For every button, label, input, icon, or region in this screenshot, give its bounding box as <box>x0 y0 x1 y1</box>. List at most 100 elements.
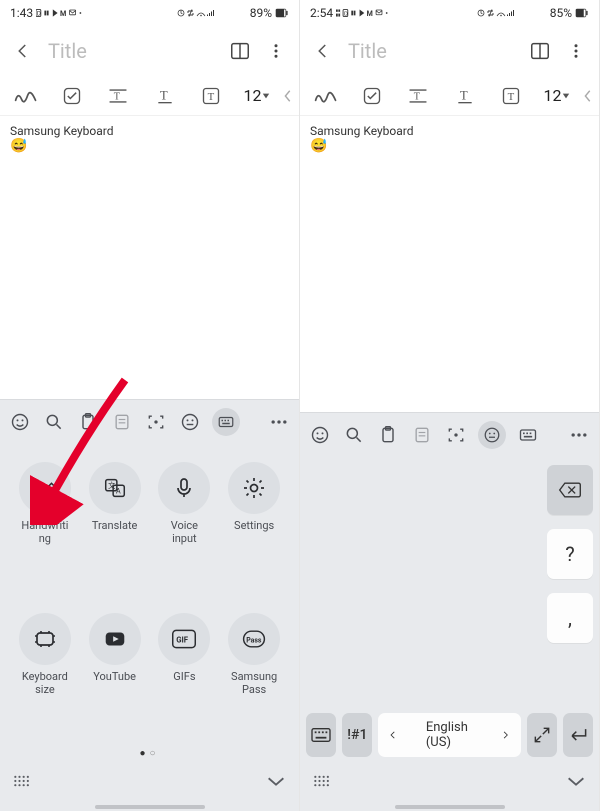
draw-tool[interactable] <box>4 81 48 111</box>
keyboard-app-grid: T Handwriti ng 文A Translate Voice input … <box>0 444 299 744</box>
language-label: English (US) <box>426 720 473 750</box>
keyboard-switch-key[interactable] <box>306 713 336 757</box>
status-battery: 85% <box>550 6 572 20</box>
samsung-pass-app[interactable]: Pass Samsung Pass <box>222 613 286 738</box>
svg-text:T: T <box>207 91 214 103</box>
reader-mode-button[interactable] <box>529 40 551 62</box>
svg-text:M: M <box>60 9 66 18</box>
handwriting-app[interactable]: T Handwriti ng <box>13 462 77 587</box>
status-bar: 1:43 D M <box>0 0 299 26</box>
status-icons-left: D M <box>36 8 96 18</box>
back-button[interactable] <box>12 40 34 62</box>
enter-key[interactable] <box>563 713 593 757</box>
keyboard-panel: ? , !#1 English (US) <box>300 412 599 811</box>
keyboard-bottom-row: !#1 English (US) <box>300 711 599 763</box>
note-emoji: 😅 <box>10 138 289 154</box>
font-size-select[interactable]: 12 <box>235 81 279 111</box>
reader-mode-button[interactable] <box>229 40 251 62</box>
toolbar-more[interactable] <box>581 81 595 111</box>
emoji-icon[interactable] <box>308 423 332 447</box>
collapse-keyboard[interactable] <box>265 773 287 792</box>
handwriting-label: Handwriti ng <box>21 520 68 545</box>
underline-tool[interactable]: T <box>143 81 187 111</box>
app-header: Title <box>0 26 299 76</box>
font-size-select[interactable]: 12 <box>535 81 579 111</box>
title-field[interactable]: Title <box>48 39 215 63</box>
keyboard-toolbar <box>0 400 299 444</box>
search-icon[interactable] <box>342 423 366 447</box>
side-keys: ? , <box>547 465 593 711</box>
battery-icon <box>575 7 589 19</box>
question-key[interactable]: ? <box>547 529 593 579</box>
keyboard-panel: T Handwriti ng 文A Translate Voice input … <box>0 399 299 811</box>
text-style-tool[interactable]: T <box>96 81 140 111</box>
backspace-key[interactable] <box>547 465 593 515</box>
search-icon[interactable] <box>42 410 66 434</box>
checkbox-tool[interactable] <box>50 81 94 111</box>
samsung-pass-label: Samsung Pass <box>231 671 277 696</box>
notes-icon[interactable] <box>410 423 434 447</box>
checkbox-tool[interactable] <box>350 81 394 111</box>
comma-key[interactable]: , <box>547 593 593 643</box>
svg-text:T: T <box>507 91 514 103</box>
text-style-tool[interactable]: T <box>396 81 440 111</box>
settings-app[interactable]: Settings <box>222 462 286 587</box>
symbols-key[interactable]: !#1 <box>342 713 372 757</box>
keyboard-size-label: Keyboard size <box>22 671 68 696</box>
youtube-app[interactable]: YouTube <box>83 613 147 738</box>
gifs-app[interactable]: GIF GIFs <box>152 613 216 738</box>
more-icon[interactable] <box>267 410 291 434</box>
format-toolbar: T T T 12 <box>300 76 599 116</box>
sticker-icon[interactable] <box>178 410 202 434</box>
keyboard-icon[interactable] <box>516 423 540 447</box>
svg-text:A: A <box>116 487 121 496</box>
phone-right: 2:54 D M 85% <box>300 0 600 811</box>
toolbar-more[interactable] <box>281 81 295 111</box>
language-key[interactable]: English (US) <box>378 713 520 757</box>
collapse-keyboard[interactable] <box>565 773 587 792</box>
keyboard-drag-icon[interactable] <box>12 773 32 792</box>
keyboard-drag-icon[interactable] <box>312 773 332 792</box>
note-content[interactable]: Samsung Keyboard 😅 <box>0 116 299 399</box>
status-bar: 2:54 D M 85% <box>300 0 599 26</box>
chevron-right-icon <box>503 729 508 741</box>
home-indicator <box>300 805 599 811</box>
status-time: 2:54 <box>310 6 333 20</box>
expand-key[interactable] <box>527 713 557 757</box>
sticker-icon[interactable] <box>478 421 506 449</box>
keyboard-bottom-bar <box>0 763 299 805</box>
voice-input-app[interactable]: Voice input <box>152 462 216 587</box>
clipboard-icon[interactable] <box>76 410 100 434</box>
scan-icon[interactable] <box>444 423 468 447</box>
keyboard-bottom-bar <box>300 763 599 805</box>
svg-text:T: T <box>414 91 421 102</box>
svg-text:文: 文 <box>108 480 116 490</box>
scan-icon[interactable] <box>144 410 168 434</box>
text-box-tool[interactable]: T <box>489 81 533 111</box>
handwriting-canvas[interactable] <box>306 465 541 711</box>
notes-icon[interactable] <box>110 410 134 434</box>
back-button[interactable] <box>312 40 334 62</box>
keyboard-size-app[interactable]: Keyboard size <box>13 613 77 738</box>
keyboard-icon[interactable] <box>212 408 240 436</box>
svg-text:T: T <box>160 88 168 102</box>
note-content[interactable]: Samsung Keyboard 😅 <box>300 116 599 412</box>
more-menu-button[interactable] <box>265 40 287 62</box>
more-icon[interactable] <box>567 423 591 447</box>
note-text: Samsung Keyboard <box>10 124 289 138</box>
text-box-tool[interactable]: T <box>189 81 233 111</box>
app-header: Title <box>300 26 599 76</box>
phone-left: 1:43 D M <box>0 0 300 811</box>
home-indicator <box>0 805 299 811</box>
underline-tool[interactable]: T <box>443 81 487 111</box>
svg-text:T: T <box>114 91 121 102</box>
more-menu-button[interactable] <box>565 40 587 62</box>
translate-app[interactable]: 文A Translate <box>83 462 147 587</box>
clipboard-icon[interactable] <box>376 423 400 447</box>
emoji-icon[interactable] <box>8 410 32 434</box>
svg-text:M: M <box>367 9 373 18</box>
title-field[interactable]: Title <box>348 39 515 63</box>
svg-text:GIF: GIF <box>177 635 190 644</box>
draw-tool[interactable] <box>304 81 348 111</box>
svg-text:Pass: Pass <box>246 636 262 644</box>
